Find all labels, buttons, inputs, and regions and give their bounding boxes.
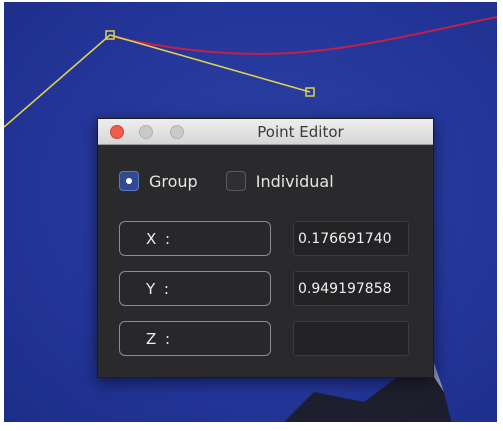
z-axis-button[interactable]: Z : [119,321,271,356]
radio-group-label: Group [149,171,198,191]
red-spline-curve[interactable] [113,16,497,55]
z-value-field[interactable] [293,321,409,356]
z-field-row: Z : [119,321,409,356]
y-axis-button[interactable]: Y : [119,271,271,306]
radio-individual-option[interactable]: Individual [225,171,334,191]
window-titlebar[interactable]: Point Editor [98,119,433,145]
window-title: Point Editor [257,123,344,141]
radio-dot-icon [126,178,132,184]
y-value-field[interactable]: 0.949197858 [293,271,409,306]
x-axis-button[interactable]: X : [119,221,271,256]
y-field-row: Y : 0.949197858 [119,271,409,306]
radio-selected-icon[interactable] [119,171,139,191]
yellow-spline-curve[interactable] [4,34,311,128]
radio-individual-label: Individual [255,171,334,191]
x-value-field[interactable]: 0.176691740 [293,221,409,256]
radio-group-option[interactable]: Group [119,171,198,191]
point-editor-window: Point Editor Group Individual X : 0.1766… [97,118,434,378]
radio-unselected-icon[interactable] [225,171,246,191]
x-field-row: X : 0.176691740 [119,221,409,256]
mode-radio-group: Group Individual [119,171,362,191]
